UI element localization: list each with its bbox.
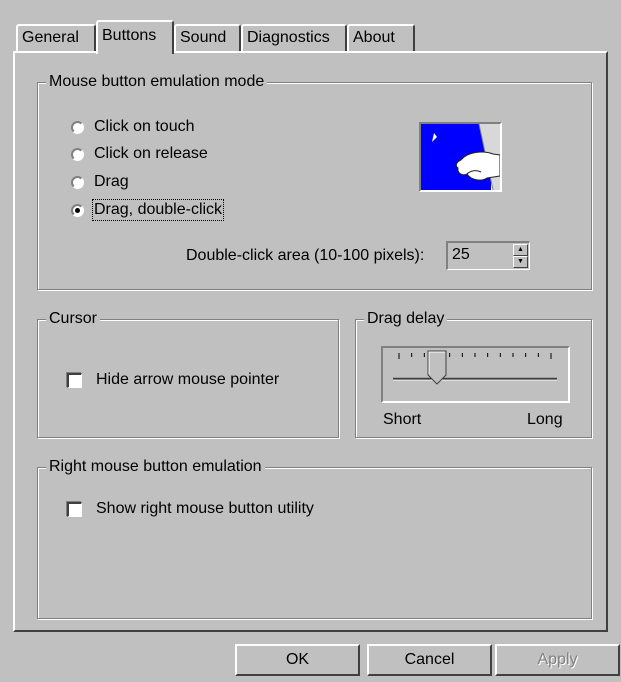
- tab-sound[interactable]: Sound: [174, 24, 241, 51]
- tab-buttons[interactable]: Buttons: [96, 20, 174, 54]
- checkbox-label: Hide arrow mouse pointer: [96, 371, 280, 388]
- radio-indicator[interactable]: [71, 175, 84, 189]
- slider-min-label: Short: [383, 411, 422, 428]
- arrow-down-icon: ▼: [517, 258, 524, 265]
- radio-drag-double-click[interactable]: Drag, double-click: [71, 199, 225, 221]
- cancel-button[interactable]: Cancel: [367, 644, 492, 676]
- spin-up-button[interactable]: ▲: [513, 244, 528, 256]
- tab-diagnostics[interactable]: Diagnostics: [241, 24, 347, 51]
- drag-illustration: [419, 122, 502, 192]
- radio-label: Click on touch: [94, 118, 195, 135]
- drag-delay-slider-frame: [381, 346, 570, 403]
- double-click-area-spinner[interactable]: 25 ▲ ▼: [446, 241, 530, 270]
- radio-label: Drag, double-click: [91, 199, 225, 221]
- double-click-area-value[interactable]: 25: [452, 246, 470, 264]
- group-right-button: Right mouse button emulation: [37, 457, 592, 619]
- tab-about[interactable]: About: [347, 24, 415, 51]
- hand-tap-icon: [421, 123, 501, 191]
- drag-delay-slider[interactable]: [383, 348, 568, 401]
- arrow-up-icon: ▲: [517, 246, 524, 253]
- radio-label: Click on release: [94, 145, 208, 162]
- radio-indicator[interactable]: [71, 147, 84, 161]
- checkbox-hide-arrow-pointer[interactable]: Hide arrow mouse pointer: [67, 371, 279, 389]
- tab-label: Sound: [180, 29, 227, 46]
- radio-drag[interactable]: Drag: [71, 173, 129, 191]
- checkbox-show-right-button-utility[interactable]: Show right mouse button utility: [67, 500, 314, 518]
- tab-label: Diagnostics: [247, 29, 330, 46]
- slider-max-label: Long: [527, 411, 563, 428]
- radio-dot: [75, 207, 80, 213]
- tab-label: General: [22, 29, 79, 46]
- checkbox-label: Show right mouse button utility: [96, 500, 314, 517]
- radio-label: Drag: [94, 173, 129, 190]
- radio-indicator[interactable]: [71, 120, 84, 134]
- ok-button[interactable]: OK: [235, 644, 360, 676]
- spin-down-button[interactable]: ▼: [513, 256, 528, 268]
- tab-label: Buttons: [102, 27, 157, 44]
- group-title: Drag delay: [364, 309, 448, 329]
- tab-general[interactable]: General: [16, 24, 96, 51]
- checkbox-box[interactable]: [67, 372, 82, 388]
- group-title: Right mouse button emulation: [46, 457, 265, 477]
- radio-click-on-touch[interactable]: Click on touch: [71, 118, 195, 136]
- radio-click-on-release[interactable]: Click on release: [71, 145, 208, 163]
- tab-label: About: [353, 29, 395, 46]
- checkbox-box[interactable]: [67, 501, 82, 517]
- group-title: Mouse button emulation mode: [46, 72, 268, 92]
- apply-button[interactable]: Apply: [495, 644, 620, 676]
- group-title: Cursor: [46, 309, 101, 329]
- radio-indicator-selected[interactable]: [71, 203, 84, 217]
- double-click-area-label: Double-click area (10-100 pixels):: [186, 247, 425, 264]
